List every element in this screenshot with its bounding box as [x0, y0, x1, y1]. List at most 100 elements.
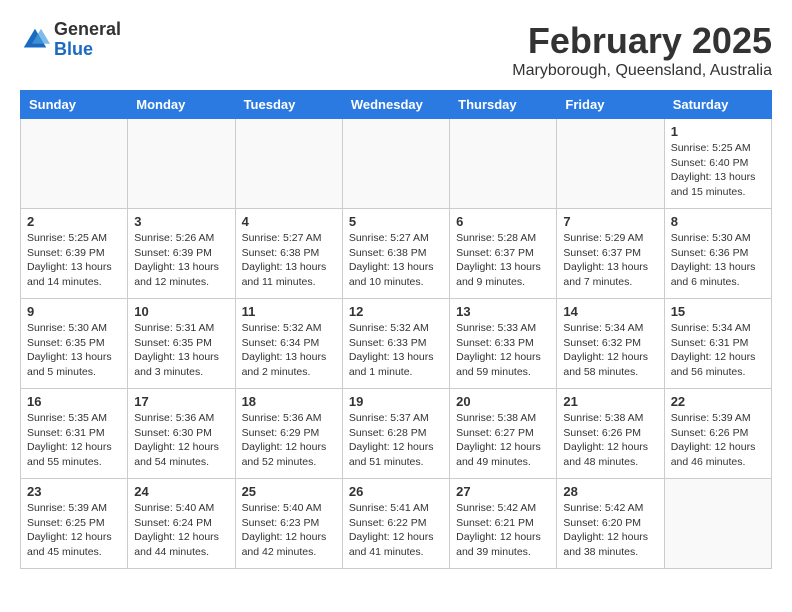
calendar-cell: 1 Sunrise: 5:25 AM Sunset: 6:40 PM Daylig… [664, 119, 771, 209]
day-number: 9 [27, 304, 121, 319]
calendar-cell [128, 119, 235, 209]
calendar-week-3: 9 Sunrise: 5:30 AM Sunset: 6:35 PM Daylig… [21, 299, 772, 389]
page-header: General Blue February 2025 Maryborough, … [20, 20, 772, 80]
calendar-cell [450, 119, 557, 209]
day-number: 27 [456, 484, 550, 499]
calendar-cell [21, 119, 128, 209]
logo: General Blue [20, 20, 121, 60]
day-number: 14 [563, 304, 657, 319]
day-info: Sunrise: 5:36 AM Sunset: 6:30 PM Dayligh… [134, 411, 228, 470]
day-number: 21 [563, 394, 657, 409]
day-info: Sunrise: 5:32 AM Sunset: 6:33 PM Dayligh… [349, 321, 443, 380]
calendar-cell [664, 479, 771, 569]
calendar-cell: 22 Sunrise: 5:39 AM Sunset: 6:26 PM Dayli… [664, 389, 771, 479]
calendar-cell: 18 Sunrise: 5:36 AM Sunset: 6:29 PM Dayli… [235, 389, 342, 479]
day-number: 25 [242, 484, 336, 499]
day-number: 23 [27, 484, 121, 499]
day-info: Sunrise: 5:36 AM Sunset: 6:29 PM Dayligh… [242, 411, 336, 470]
calendar-table: SundayMondayTuesdayWednesdayThursdayFrid… [20, 90, 772, 569]
calendar-cell: 17 Sunrise: 5:36 AM Sunset: 6:30 PM Dayli… [128, 389, 235, 479]
calendar-cell: 16 Sunrise: 5:35 AM Sunset: 6:31 PM Dayli… [21, 389, 128, 479]
day-info: Sunrise: 5:30 AM Sunset: 6:35 PM Dayligh… [27, 321, 121, 380]
calendar-cell: 11Sunrise: 5:32 AM Sunset: 6:34 PM Dayli… [235, 299, 342, 389]
day-number: 20 [456, 394, 550, 409]
calendar-week-2: 2 Sunrise: 5:25 AM Sunset: 6:39 PM Daylig… [21, 209, 772, 299]
day-number: 17 [134, 394, 228, 409]
calendar-cell: 26 Sunrise: 5:41 AM Sunset: 6:22 PM Dayli… [342, 479, 449, 569]
day-info: Sunrise: 5:29 AM Sunset: 6:37 PM Dayligh… [563, 231, 657, 290]
day-info: Sunrise: 5:26 AM Sunset: 6:39 PM Dayligh… [134, 231, 228, 290]
weekday-header-thursday: Thursday [450, 91, 557, 119]
calendar-cell: 21Sunrise: 5:38 AM Sunset: 6:26 PM Dayli… [557, 389, 664, 479]
calendar-cell: 19Sunrise: 5:37 AM Sunset: 6:28 PM Dayli… [342, 389, 449, 479]
weekday-header-saturday: Saturday [664, 91, 771, 119]
day-info: Sunrise: 5:34 AM Sunset: 6:31 PM Dayligh… [671, 321, 765, 380]
weekday-header-tuesday: Tuesday [235, 91, 342, 119]
day-number: 3 [134, 214, 228, 229]
day-info: Sunrise: 5:39 AM Sunset: 6:25 PM Dayligh… [27, 501, 121, 560]
day-info: Sunrise: 5:39 AM Sunset: 6:26 PM Dayligh… [671, 411, 765, 470]
calendar-cell [557, 119, 664, 209]
calendar-cell: 4 Sunrise: 5:27 AM Sunset: 6:38 PM Daylig… [235, 209, 342, 299]
day-number: 4 [242, 214, 336, 229]
day-info: Sunrise: 5:40 AM Sunset: 6:23 PM Dayligh… [242, 501, 336, 560]
day-info: Sunrise: 5:30 AM Sunset: 6:36 PM Dayligh… [671, 231, 765, 290]
day-number: 18 [242, 394, 336, 409]
calendar-cell: 23 Sunrise: 5:39 AM Sunset: 6:25 PM Dayli… [21, 479, 128, 569]
calendar-cell: 12 Sunrise: 5:32 AM Sunset: 6:33 PM Dayli… [342, 299, 449, 389]
calendar-cell: 14 Sunrise: 5:34 AM Sunset: 6:32 PM Dayli… [557, 299, 664, 389]
day-number: 16 [27, 394, 121, 409]
weekday-header-sunday: Sunday [21, 91, 128, 119]
calendar-cell: 25 Sunrise: 5:40 AM Sunset: 6:23 PM Dayli… [235, 479, 342, 569]
calendar-cell: 2 Sunrise: 5:25 AM Sunset: 6:39 PM Daylig… [21, 209, 128, 299]
calendar-cell [342, 119, 449, 209]
day-number: 1 [671, 124, 765, 139]
logo-blue-text: Blue [54, 39, 93, 59]
calendar-week-4: 16 Sunrise: 5:35 AM Sunset: 6:31 PM Dayli… [21, 389, 772, 479]
day-info: Sunrise: 5:33 AM Sunset: 6:33 PM Dayligh… [456, 321, 550, 380]
calendar-cell: 20 Sunrise: 5:38 AM Sunset: 6:27 PM Dayli… [450, 389, 557, 479]
day-info: Sunrise: 5:25 AM Sunset: 6:39 PM Dayligh… [27, 231, 121, 290]
day-info: Sunrise: 5:27 AM Sunset: 6:38 PM Dayligh… [242, 231, 336, 290]
location-title: Maryborough, Queensland, Australia [512, 62, 772, 80]
day-info: Sunrise: 5:42 AM Sunset: 6:21 PM Dayligh… [456, 501, 550, 560]
day-number: 19 [349, 394, 443, 409]
day-info: Sunrise: 5:42 AM Sunset: 6:20 PM Dayligh… [563, 501, 657, 560]
day-info: Sunrise: 5:28 AM Sunset: 6:37 PM Dayligh… [456, 231, 550, 290]
calendar-cell: 3 Sunrise: 5:26 AM Sunset: 6:39 PM Daylig… [128, 209, 235, 299]
day-number: 11 [242, 304, 336, 319]
calendar-cell: 28 Sunrise: 5:42 AM Sunset: 6:20 PM Dayli… [557, 479, 664, 569]
day-info: Sunrise: 5:25 AM Sunset: 6:40 PM Dayligh… [671, 141, 765, 200]
day-number: 22 [671, 394, 765, 409]
day-number: 12 [349, 304, 443, 319]
calendar-cell: 13 Sunrise: 5:33 AM Sunset: 6:33 PM Dayli… [450, 299, 557, 389]
logo-text: General Blue [54, 20, 121, 60]
day-number: 7 [563, 214, 657, 229]
calendar-cell: 10Sunrise: 5:31 AM Sunset: 6:35 PM Dayli… [128, 299, 235, 389]
day-info: Sunrise: 5:41 AM Sunset: 6:22 PM Dayligh… [349, 501, 443, 560]
weekday-header-row: SundayMondayTuesdayWednesdayThursdayFrid… [21, 91, 772, 119]
day-number: 6 [456, 214, 550, 229]
day-info: Sunrise: 5:31 AM Sunset: 6:35 PM Dayligh… [134, 321, 228, 380]
day-number: 28 [563, 484, 657, 499]
day-info: Sunrise: 5:34 AM Sunset: 6:32 PM Dayligh… [563, 321, 657, 380]
day-number: 13 [456, 304, 550, 319]
day-number: 15 [671, 304, 765, 319]
day-number: 26 [349, 484, 443, 499]
calendar-cell: 6 Sunrise: 5:28 AM Sunset: 6:37 PM Daylig… [450, 209, 557, 299]
calendar-cell [235, 119, 342, 209]
calendar-week-5: 23 Sunrise: 5:39 AM Sunset: 6:25 PM Dayli… [21, 479, 772, 569]
day-number: 2 [27, 214, 121, 229]
calendar-cell: 9 Sunrise: 5:30 AM Sunset: 6:35 PM Daylig… [21, 299, 128, 389]
logo-general-text: General [54, 19, 121, 39]
calendar-cell: 24Sunrise: 5:40 AM Sunset: 6:24 PM Dayli… [128, 479, 235, 569]
day-info: Sunrise: 5:27 AM Sunset: 6:38 PM Dayligh… [349, 231, 443, 290]
month-title: February 2025 [512, 20, 772, 62]
weekday-header-wednesday: Wednesday [342, 91, 449, 119]
calendar-cell: 7 Sunrise: 5:29 AM Sunset: 6:37 PM Daylig… [557, 209, 664, 299]
day-info: Sunrise: 5:35 AM Sunset: 6:31 PM Dayligh… [27, 411, 121, 470]
day-info: Sunrise: 5:40 AM Sunset: 6:24 PM Dayligh… [134, 501, 228, 560]
calendar-cell: 8Sunrise: 5:30 AM Sunset: 6:36 PM Daylig… [664, 209, 771, 299]
calendar-cell: 27 Sunrise: 5:42 AM Sunset: 6:21 PM Dayli… [450, 479, 557, 569]
day-info: Sunrise: 5:38 AM Sunset: 6:27 PM Dayligh… [456, 411, 550, 470]
